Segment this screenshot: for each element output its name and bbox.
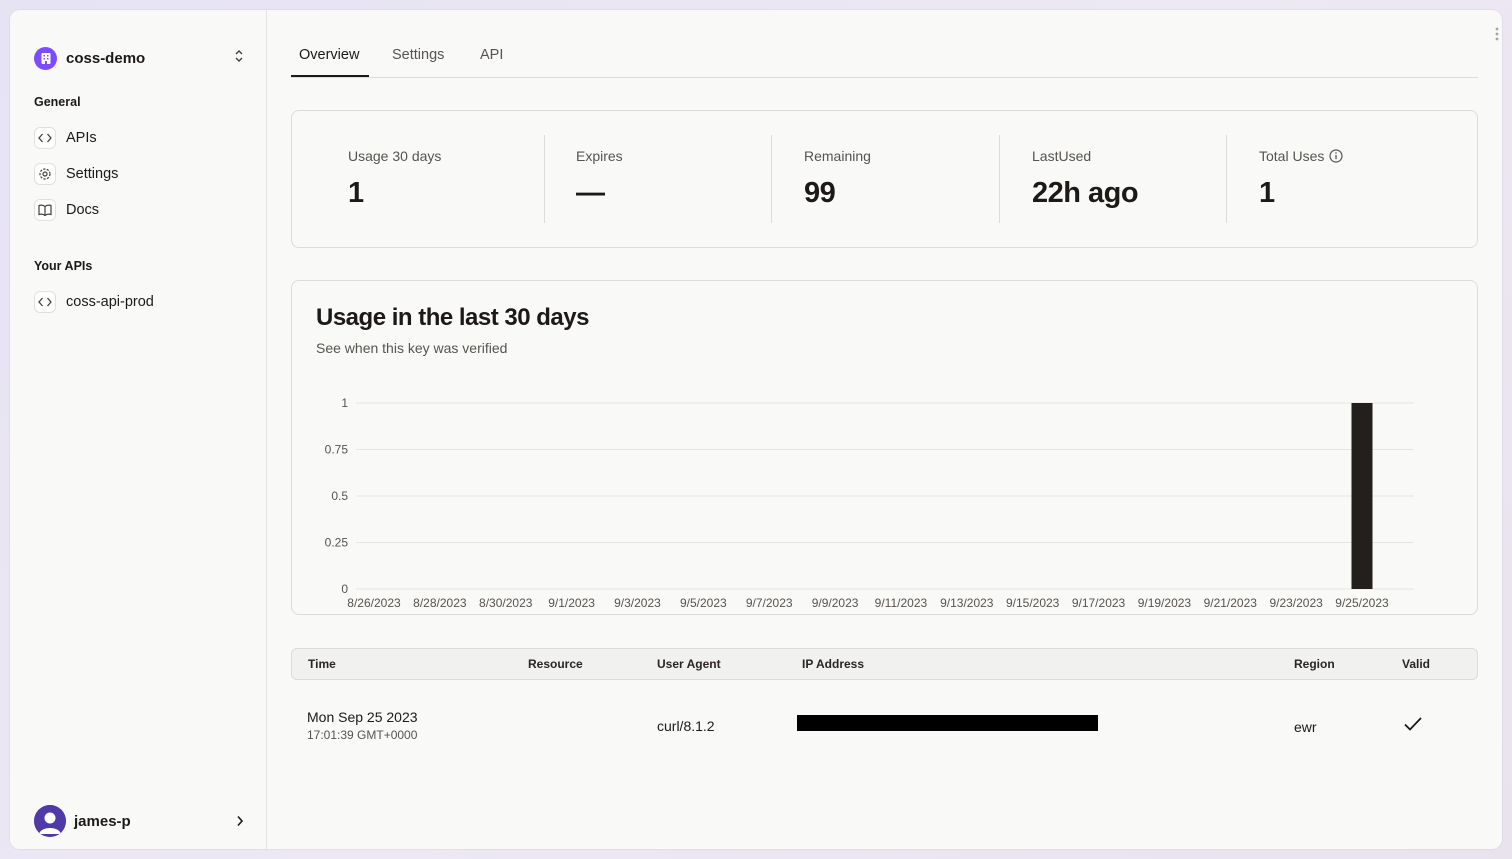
stat-label: Usage 30 days — [348, 148, 442, 164]
x-tick-label: 9/5/2023 — [680, 596, 727, 610]
x-tick-label: 9/15/2023 — [1006, 596, 1060, 610]
stat-value: 99 — [804, 177, 836, 209]
sidebar: coss-demo General APIs Settings Docs You… — [10, 10, 267, 849]
sidebar-item-label: Settings — [66, 166, 119, 182]
chevron-up-down-icon — [234, 49, 244, 68]
x-tick-label: 9/7/2023 — [746, 596, 793, 610]
sidebar-item-label: APIs — [66, 130, 97, 146]
divider — [771, 135, 772, 223]
cell-time: Mon Sep 25 2023 17:01:39 GMT+0000 — [307, 709, 418, 742]
stat-value: — — [576, 177, 605, 209]
y-tick-label: 0 — [341, 582, 348, 596]
sidebar-item-label: Docs — [66, 202, 100, 218]
stat-label-wrap: Total Uses — [1259, 148, 1343, 164]
stat-label: LastUsed — [1032, 148, 1092, 164]
column-header-time: Time — [308, 657, 336, 671]
main-content: Overview Settings API Usage 30 days 1 Ex… — [267, 10, 1502, 849]
chevron-right-icon — [236, 814, 244, 832]
workspace-switcher[interactable]: coss-demo — [34, 46, 244, 70]
check-icon — [1403, 716, 1423, 735]
building-icon — [34, 46, 57, 70]
x-tick-label: 8/30/2023 — [479, 596, 533, 610]
stat-value: 1 — [1259, 177, 1275, 209]
cell-user-agent: curl/8.1.2 — [657, 718, 715, 734]
x-tick-label: 9/11/2023 — [875, 596, 928, 610]
x-tick-label: 9/3/2023 — [614, 596, 661, 610]
usage-chart-card: Usage in the last 30 days See when this … — [291, 280, 1478, 615]
table-row[interactable]: Mon Sep 25 2023 17:01:39 GMT+0000 curl/8… — [291, 690, 1478, 760]
x-tick-label: 9/23/2023 — [1269, 596, 1323, 610]
column-header-user-agent: User Agent — [657, 657, 721, 671]
tab-api[interactable]: API — [480, 47, 503, 63]
y-tick-label: 1 — [341, 396, 348, 410]
x-tick-label: 9/21/2023 — [1204, 596, 1258, 610]
usage-bar-chart: 0 0.25 0.5 0.75 1 8/26/2023 8/28/2023 8/30/2023… — [325, 396, 1414, 610]
avatar — [34, 805, 66, 837]
drag-handle-icon[interactable] — [1494, 26, 1500, 47]
x-tick-label: 9/13/2023 — [940, 596, 994, 610]
x-tick-label: 9/17/2023 — [1072, 596, 1126, 610]
y-tick-label: 0.5 — [331, 489, 348, 503]
column-header-resource: Resource — [528, 657, 583, 671]
book-icon — [34, 199, 56, 221]
table-header: Time Resource User Agent IP Address Regi… — [291, 648, 1478, 680]
sidebar-item-label: coss-api-prod — [66, 294, 154, 310]
sidebar-item-coss-api-prod[interactable]: coss-api-prod — [34, 290, 234, 314]
tab-overview[interactable]: Overview — [299, 47, 359, 63]
x-tick-label: 8/26/2023 — [347, 596, 401, 610]
code-icon — [34, 127, 56, 149]
stat-label: Remaining — [804, 148, 871, 164]
code-icon — [34, 291, 56, 313]
divider — [544, 135, 545, 223]
info-icon[interactable] — [1329, 149, 1343, 163]
tab-bar: Overview Settings API — [291, 38, 1478, 78]
cell-region: ewr — [1294, 719, 1317, 735]
user-menu[interactable]: james-p — [34, 805, 244, 837]
user-name: james-p — [74, 812, 131, 830]
y-tick-label: 0.75 — [325, 443, 349, 457]
column-header-valid: Valid — [1402, 657, 1431, 671]
sidebar-item-docs[interactable]: Docs — [34, 198, 234, 222]
time-detail: 17:01:39 GMT+0000 — [307, 728, 418, 742]
section-label-general: General — [34, 95, 81, 109]
divider — [1226, 135, 1227, 223]
x-tick-label: 9/25/2023 — [1335, 596, 1389, 610]
column-header-region: Region — [1294, 657, 1335, 671]
active-tab-indicator — [291, 75, 369, 77]
stat-value: 1 — [348, 177, 364, 209]
divider — [999, 135, 1000, 223]
x-tick-label: 9/9/2023 — [812, 596, 859, 610]
bar[interactable] — [1351, 403, 1373, 589]
y-tick-label: 0.25 — [325, 536, 349, 550]
section-label-your-apis: Your APIs — [34, 259, 93, 273]
stats-card: Usage 30 days 1 Expires — Remaining 99 L… — [291, 110, 1478, 248]
app-window: coss-demo General APIs Settings Docs You… — [10, 10, 1502, 849]
x-tick-label: 8/28/2023 — [413, 596, 467, 610]
column-header-ip-address: IP Address — [802, 657, 865, 671]
time-date: Mon Sep 25 2023 — [307, 709, 418, 725]
stat-label: Expires — [576, 148, 623, 164]
stat-label: Total Uses — [1259, 148, 1325, 164]
sidebar-item-settings[interactable]: Settings — [34, 162, 234, 186]
tab-settings[interactable]: Settings — [392, 47, 444, 63]
cell-ip-address-redacted — [797, 715, 1098, 731]
sidebar-item-apis[interactable]: APIs — [34, 126, 234, 150]
stat-value: 22h ago — [1032, 177, 1139, 209]
gear-icon — [34, 163, 56, 185]
x-tick-label: 9/19/2023 — [1138, 596, 1192, 610]
workspace-name: coss-demo — [66, 49, 146, 67]
x-tick-label: 9/1/2023 — [548, 596, 595, 610]
